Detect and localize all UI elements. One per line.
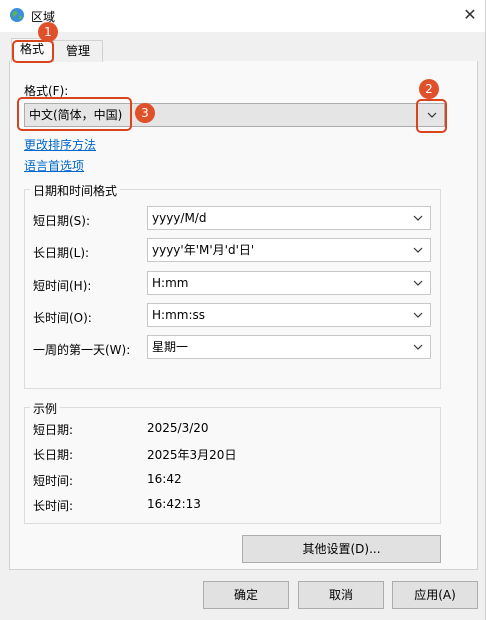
annotation-badge-2: 2 <box>419 79 439 99</box>
chevron-down-icon <box>426 104 438 126</box>
chevron-down-icon <box>412 304 424 326</box>
title-bar <box>0 0 486 32</box>
example-short-time-value: 16:42 <box>147 472 182 486</box>
chevron-down-icon <box>412 336 424 358</box>
annotation-badge-3: 3 <box>135 103 155 123</box>
short-date-value: yyyy/M/d <box>152 211 207 225</box>
example-short-time-label: 短时间: <box>33 474 74 488</box>
examples-group-title: 示例 <box>30 400 61 417</box>
close-icon[interactable]: ✕ <box>459 4 481 26</box>
short-time-label: 短时间(H): <box>33 279 92 293</box>
globe-icon <box>9 7 25 23</box>
chevron-down-icon <box>412 272 424 294</box>
long-time-dropdown[interactable]: H:mm:ss <box>147 303 431 327</box>
long-date-value: yyyy'年'M'月'd'日' <box>152 243 255 257</box>
long-date-label: 长日期(L): <box>33 246 90 260</box>
tab-administrative-label: 管理 <box>65 44 90 58</box>
short-time-value: H:mm <box>152 276 189 290</box>
first-day-of-week-label: 一周的第一天(W): <box>33 343 131 357</box>
long-date-dropdown[interactable]: yyyy'年'M'月'd'日' <box>147 238 431 262</box>
example-long-time-value: 16:42:13 <box>147 497 201 511</box>
datetime-group-title: 日期和时间格式 <box>30 182 121 199</box>
example-short-date-value: 2025/3/20 <box>147 421 209 435</box>
cancel-button[interactable]: 取消 <box>298 581 384 609</box>
example-long-date-value: 2025年3月20日 <box>147 448 237 462</box>
examples-group <box>24 407 441 524</box>
language-preferences-link[interactable]: 语言首选项 <box>24 157 84 174</box>
example-long-time-label: 长时间: <box>33 499 74 513</box>
short-date-dropdown[interactable]: yyyy/M/d <box>147 206 431 230</box>
long-time-label: 长时间(O): <box>33 311 92 325</box>
example-long-date-label: 长日期: <box>33 448 74 462</box>
format-label: 格式(F): <box>24 84 69 98</box>
chevron-down-icon <box>412 207 424 229</box>
example-short-date-label: 短日期: <box>33 423 74 437</box>
apply-button[interactable]: 应用(A) <box>392 581 478 609</box>
format-dropdown[interactable]: 中文(简体，中国) <box>24 103 445 127</box>
format-selected-value: 中文(简体，中国) <box>29 108 123 122</box>
long-time-value: H:mm:ss <box>152 308 205 322</box>
change-sort-link[interactable]: 更改排序方法 <box>24 136 96 153</box>
short-time-dropdown[interactable]: H:mm <box>147 271 431 295</box>
short-date-label: 短日期(S): <box>33 214 91 228</box>
ok-button[interactable]: 确定 <box>203 581 289 609</box>
tab-administrative[interactable]: 管理 <box>53 40 103 62</box>
first-day-of-week-value: 星期一 <box>152 340 189 354</box>
chevron-down-icon <box>412 239 424 261</box>
tab-format-label: 格式 <box>19 42 44 56</box>
annotation-badge-1: 1 <box>38 22 58 42</box>
first-day-of-week-dropdown[interactable]: 星期一 <box>147 335 431 359</box>
additional-settings-button[interactable]: 其他设置(D)... <box>242 535 441 563</box>
